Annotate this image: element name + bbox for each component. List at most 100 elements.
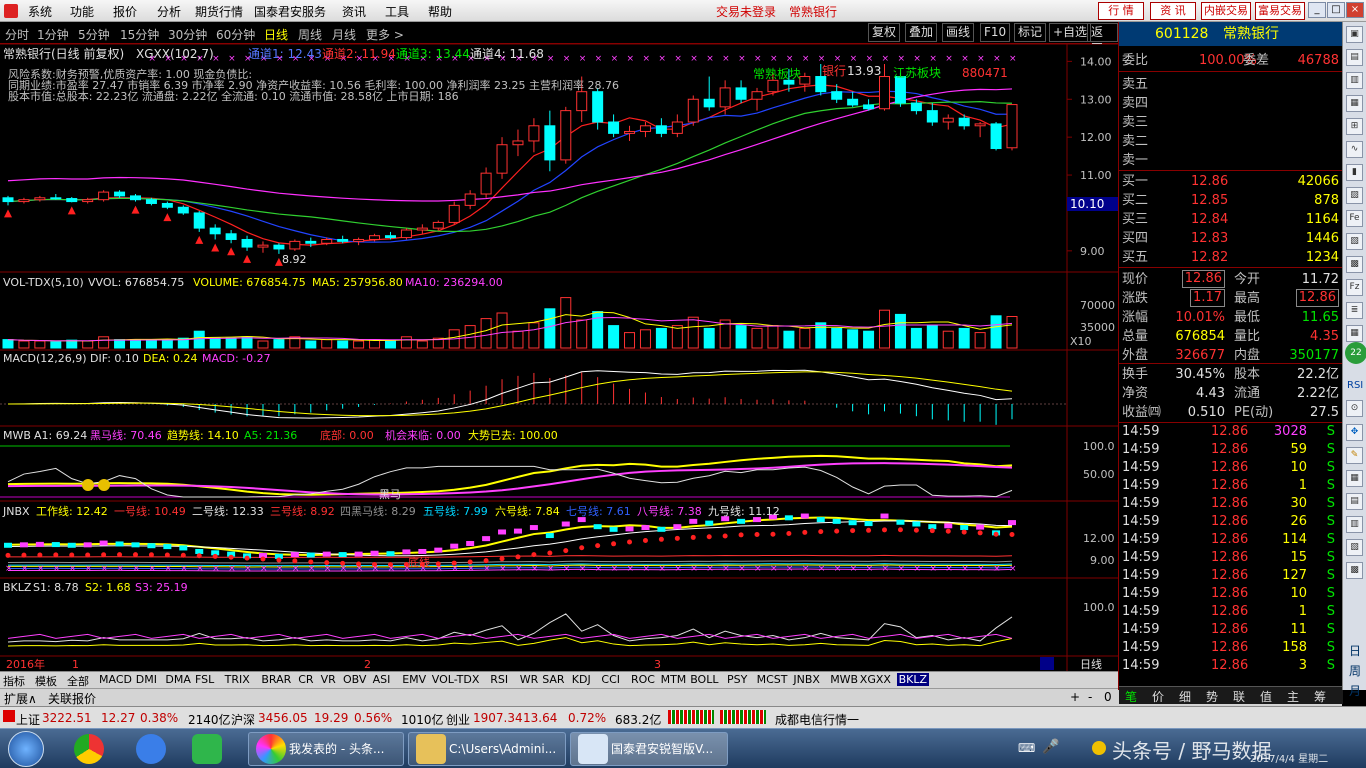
candle[interactable] [34,197,46,201]
indicator-tab-sar[interactable]: SAR [542,673,564,686]
period-15min[interactable]: 15分钟 [120,26,159,43]
candle[interactable] [114,191,126,197]
quote-tab[interactable]: 联 [1233,688,1245,705]
toolbar-icon[interactable]: ⊙ [1346,400,1363,417]
candle[interactable] [177,206,189,214]
quote-tab[interactable]: 筹 [1314,688,1326,705]
candle[interactable] [225,233,237,240]
rsi-label[interactable]: RSI [1347,380,1363,391]
candle[interactable] [289,240,301,250]
candle[interactable] [416,227,428,231]
menu-futures[interactable]: 期货行情 [195,3,243,20]
quote-tab[interactable]: 主 [1287,688,1299,705]
add-watchlist-button[interactable]: +自选 [1049,23,1092,42]
indicator-tab-vol-tdx[interactable]: VOL-TDX [432,673,480,686]
xaxis-scale[interactable]: 日线 [1080,657,1102,671]
toolbar-icon[interactable]: ▧ [1346,539,1363,556]
menu-analysis[interactable]: 分析 [157,3,181,20]
candle[interactable] [305,240,317,244]
period-monthly[interactable]: 月线 [332,26,356,43]
toolbar-icon[interactable]: ▦ [1346,470,1363,487]
candle[interactable] [863,104,875,110]
candle[interactable] [815,76,827,93]
cy-label[interactable]: 创业 [446,711,470,728]
pencil-icon[interactable]: ✎ [1346,447,1363,464]
zoom-plus[interactable]: + [1070,690,1080,704]
candle[interactable] [735,87,747,100]
indicator-tab-wr[interactable]: WR [520,673,539,686]
zoom-minus[interactable]: - [1088,690,1092,704]
candle[interactable] [337,238,349,242]
indicator-tab-mcst[interactable]: MCST [757,673,788,686]
candle[interactable] [209,227,221,235]
quote-tab[interactable]: 势 [1206,688,1218,705]
candle[interactable] [687,98,699,123]
candle[interactable] [799,76,811,85]
candle[interactable] [432,221,444,229]
quote-tab[interactable]: 价 [1152,688,1164,705]
period-day-button[interactable]: 日 [1347,642,1363,659]
indicator-tab-kdj[interactable]: KDJ [572,673,591,686]
tray-icon[interactable] [1092,741,1106,755]
indicator-tab-emv[interactable]: EMV [402,673,426,686]
ask-row[interactable]: 卖五 [1119,75,1343,94]
candle[interactable] [751,91,763,100]
quote-button[interactable]: 行 情 [1098,2,1144,20]
indicator-tab-obv[interactable]: OBV [343,673,366,686]
candle[interactable] [544,125,556,161]
maximize-icon[interactable]: □ [1327,2,1345,18]
indicator-tab-jnbx[interactable]: JNBX [793,673,820,686]
clock-date[interactable]: 2017/4/4 星期二 [1250,750,1328,765]
indicator-tab-mtm[interactable]: MTM [661,673,687,686]
quote-tab[interactable]: 细 [1179,688,1191,705]
candle[interactable] [926,110,938,123]
start-button-icon[interactable] [8,731,44,767]
toolbar-icon[interactable]: ▧ [1346,233,1363,250]
candle[interactable] [974,123,986,127]
overlay-button[interactable]: 叠加 [905,23,938,42]
scroll-indicator[interactable] [1040,657,1054,670]
candle[interactable] [257,244,269,248]
toolbar-icon[interactable]: ▣ [1346,26,1363,43]
candle[interactable] [942,117,954,123]
menu-function[interactable]: 功能 [70,3,94,20]
indicator-tab-trix[interactable]: TRIX [225,673,250,686]
menu-tools[interactable]: 工具 [385,3,409,20]
menu-gtja-service[interactable]: 国泰君安服务 [254,3,326,20]
period-5min[interactable]: 5分钟 [78,26,110,43]
candle[interactable] [353,238,365,242]
toolbar-icon[interactable]: ▦ [1346,95,1363,112]
news-button[interactable]: 资 讯 [1150,2,1196,20]
bid-row[interactable]: 买五 12.82 1234 [1119,248,1343,267]
bid-row[interactable]: 买四 12.83 1446 [1119,229,1343,248]
period-60min[interactable]: 60分钟 [216,26,255,43]
candle[interactable] [384,235,396,239]
candle[interactable] [98,191,110,201]
sh-label[interactable]: 上证 [16,711,40,728]
trade-login-status[interactable]: 交易未登录 [716,3,776,20]
candle[interactable] [639,125,651,132]
candle[interactable] [273,244,285,250]
candle[interactable] [241,238,253,248]
menu-help[interactable]: 帮助 [428,3,452,20]
candle[interactable] [624,130,636,134]
related-quote-tab[interactable]: 关联报价 [48,690,96,707]
candle[interactable] [767,79,779,93]
candle[interactable] [369,235,381,240]
candle[interactable] [719,87,731,108]
iqiyi-icon[interactable] [192,734,222,764]
indicator-tab-psy[interactable]: PSY [727,673,747,686]
quote-tab[interactable]: 笔 [1125,688,1137,705]
inner-trade-button[interactable]: 内嵌交易 [1201,2,1251,20]
period-weekly[interactable]: 周线 [298,26,322,43]
rich-trade-button[interactable]: 富易交易 [1255,2,1305,20]
period-daily[interactable]: 日线 [264,26,288,43]
candle[interactable] [464,193,476,206]
toolbar-icon[interactable]: ≣ [1346,302,1363,319]
period-month-button[interactable]: 月 [1347,682,1363,699]
draw-button[interactable]: 画线 [942,23,975,42]
candle[interactable] [847,98,859,106]
line-chart-icon[interactable]: ∿ [1346,141,1363,158]
sz-label[interactable]: 沪深 [231,711,255,728]
indicator-tab-brar[interactable]: BRAR [261,673,291,686]
